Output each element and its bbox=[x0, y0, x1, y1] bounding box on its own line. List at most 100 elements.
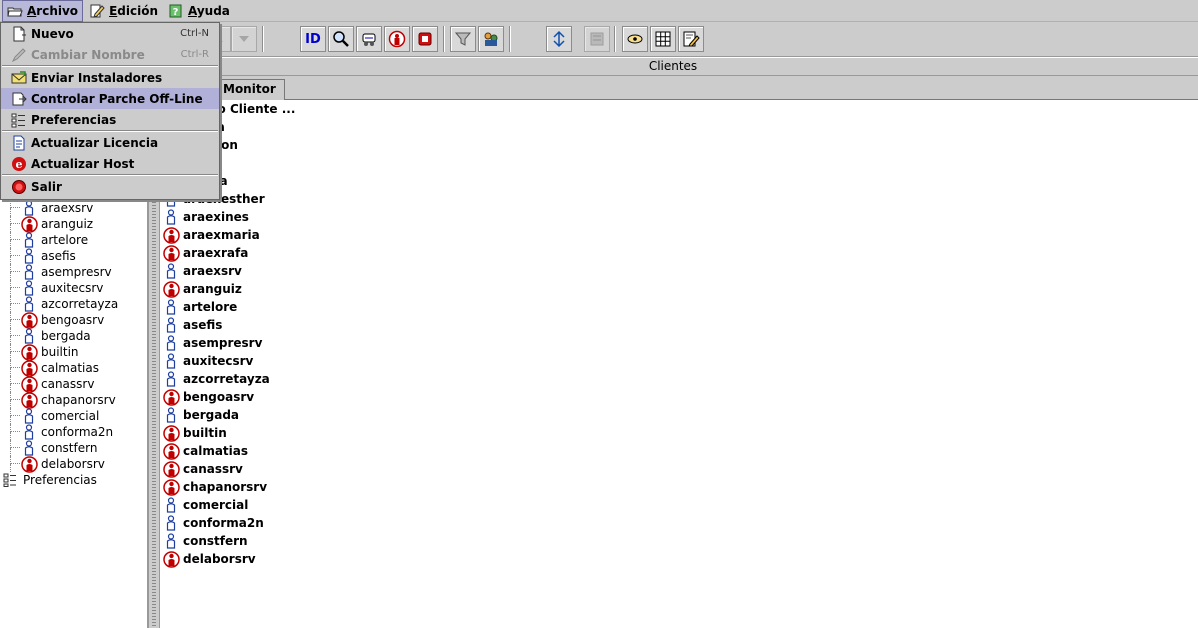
tree-item-label: constfern bbox=[41, 441, 98, 455]
filter-button[interactable] bbox=[450, 26, 476, 52]
list-item[interactable]: Nuevo Cliente ... bbox=[160, 100, 1198, 118]
search-button[interactable] bbox=[328, 26, 354, 52]
menu-item-controlar-parche[interactable]: Controlar Parche Off-Line bbox=[1, 88, 219, 109]
list-item-label: builtin bbox=[183, 426, 227, 440]
tree-item-label: aranguiz bbox=[41, 217, 94, 231]
tree-item[interactable]: araexsrv bbox=[0, 200, 146, 216]
report-button[interactable] bbox=[678, 26, 704, 52]
disabled-tool-button[interactable] bbox=[584, 26, 610, 52]
tree-connector bbox=[10, 368, 11, 376]
list-item[interactable]: builtin bbox=[160, 424, 1198, 442]
menu-archivo[interactable]: Archivo bbox=[2, 0, 84, 22]
tree-connector bbox=[10, 280, 20, 288]
network-button[interactable] bbox=[356, 26, 382, 52]
svg-text:e: e bbox=[16, 158, 23, 171]
client-icon bbox=[20, 408, 38, 424]
menu-item-actualizar-host[interactable]: e Actualizar Host bbox=[1, 153, 219, 174]
tree-connector bbox=[10, 392, 20, 400]
tree-item[interactable]: aranguiz bbox=[0, 215, 146, 233]
list-item[interactable]: canassrv bbox=[160, 460, 1198, 478]
tree-item[interactable]: delaborsrv bbox=[0, 455, 146, 473]
list-item[interactable]: araexesther bbox=[160, 190, 1198, 208]
list-item[interactable]: conforma2n bbox=[160, 514, 1198, 532]
list-item[interactable]: araexsrv bbox=[160, 262, 1198, 280]
toolbar-separator bbox=[262, 26, 264, 52]
tree-item[interactable]: artelore bbox=[0, 232, 146, 248]
menu-item-enviar-instaladores-label: Enviar Instaladores bbox=[31, 70, 163, 85]
list-item[interactable]: aranguiz bbox=[160, 280, 1198, 298]
menu-ayuda[interactable]: ? Ayuda bbox=[164, 0, 234, 22]
tree-connector bbox=[10, 272, 11, 280]
tree-item[interactable]: builtin bbox=[0, 343, 146, 361]
tree-connector bbox=[10, 288, 11, 296]
tree-connector bbox=[10, 384, 11, 392]
tree-item-label: azcorretayza bbox=[41, 297, 119, 311]
list-item-label: chapanorsrv bbox=[183, 480, 268, 494]
list-item[interactable]: delaborsrv bbox=[160, 550, 1198, 568]
list-item[interactable]: ncaria bbox=[160, 118, 1198, 136]
tree-item[interactable]: calmatias bbox=[0, 359, 146, 377]
list-item[interactable]: blanca bbox=[160, 172, 1198, 190]
tree-item[interactable]: canassrv bbox=[0, 375, 146, 393]
menu-item-enviar-instaladores[interactable]: Enviar Instaladores bbox=[1, 67, 219, 88]
list-item[interactable]: ro bbox=[160, 154, 1198, 172]
tree-connector bbox=[10, 464, 11, 472]
tree-item[interactable]: chapanorsrv bbox=[0, 391, 146, 409]
tree-item[interactable]: bergada bbox=[0, 328, 146, 344]
menu-item-salir[interactable]: Salir bbox=[1, 176, 219, 197]
tree-item-preferencias[interactable]: Preferencias bbox=[0, 472, 146, 488]
list-item[interactable]: asempresrv bbox=[160, 334, 1198, 352]
client-alert-button[interactable] bbox=[384, 26, 410, 52]
list-item-label: canassrv bbox=[183, 462, 243, 476]
list-item[interactable]: comercial bbox=[160, 496, 1198, 514]
menu-item-preferencias[interactable]: Preferencias bbox=[1, 109, 219, 130]
list-item-label: auxitecsrv bbox=[183, 354, 254, 368]
client-alert-icon bbox=[162, 244, 180, 262]
sync-button[interactable] bbox=[546, 26, 572, 52]
send-envelope-icon bbox=[11, 70, 27, 86]
menu-edicion[interactable]: Edición bbox=[85, 0, 162, 22]
list-item[interactable]: artelore bbox=[160, 298, 1198, 316]
list-item[interactable]: bergada bbox=[160, 406, 1198, 424]
tree-item[interactable]: bengoasrv bbox=[0, 311, 146, 329]
menu-item-actualizar-licencia[interactable]: Actualizar Licencia bbox=[1, 132, 219, 153]
users-button[interactable] bbox=[478, 26, 504, 52]
client-icon bbox=[20, 440, 38, 456]
tree-item[interactable]: constfern bbox=[0, 440, 146, 456]
tree-item[interactable]: asempresrv bbox=[0, 264, 146, 280]
menu-item-cambiar-nombre[interactable]: Cambiar Nombre Ctrl-R bbox=[1, 44, 219, 65]
tree-item-label: Preferencias bbox=[23, 473, 97, 487]
tree-item-label: conforma2n bbox=[41, 425, 114, 439]
list-item[interactable]: constfern bbox=[160, 532, 1198, 550]
list-item[interactable]: azcorretayza bbox=[160, 370, 1198, 388]
tree-connector bbox=[10, 448, 11, 456]
move-down-button[interactable] bbox=[231, 26, 257, 52]
tab-monitor[interactable]: Monitor bbox=[214, 79, 285, 100]
tree-item[interactable]: conforma2n bbox=[0, 424, 146, 440]
list-item[interactable]: stracion bbox=[160, 136, 1198, 154]
list-item[interactable]: auxitecsrv bbox=[160, 352, 1198, 370]
id-button[interactable]: ID bbox=[300, 26, 326, 52]
menu-edicion-label: Edición bbox=[109, 3, 158, 18]
tree-item[interactable]: comercial bbox=[0, 408, 146, 424]
eye-icon bbox=[626, 30, 644, 48]
tree-item[interactable]: auxitecsrv bbox=[0, 280, 146, 296]
client-icon bbox=[20, 232, 38, 248]
list-item[interactable]: chapanorsrv bbox=[160, 478, 1198, 496]
list-item[interactable]: araexmaria bbox=[160, 226, 1198, 244]
network-icon bbox=[360, 30, 378, 48]
tree-item[interactable]: azcorretayza bbox=[0, 296, 146, 312]
sync-icon bbox=[550, 30, 568, 48]
tree-connector bbox=[10, 336, 11, 344]
list-item-label: bengoasrv bbox=[183, 390, 255, 404]
tree-item[interactable]: asefis bbox=[0, 248, 146, 264]
view-button[interactable] bbox=[622, 26, 648, 52]
list-item[interactable]: calmatias bbox=[160, 442, 1198, 460]
record-button[interactable] bbox=[412, 26, 438, 52]
list-item[interactable]: araexrafa bbox=[160, 244, 1198, 262]
list-item[interactable]: araexines bbox=[160, 208, 1198, 226]
menu-item-nuevo[interactable]: Nuevo Ctrl-N bbox=[1, 23, 219, 44]
list-item[interactable]: asefis bbox=[160, 316, 1198, 334]
grid-button[interactable] bbox=[650, 26, 676, 52]
list-item[interactable]: bengoasrv bbox=[160, 388, 1198, 406]
